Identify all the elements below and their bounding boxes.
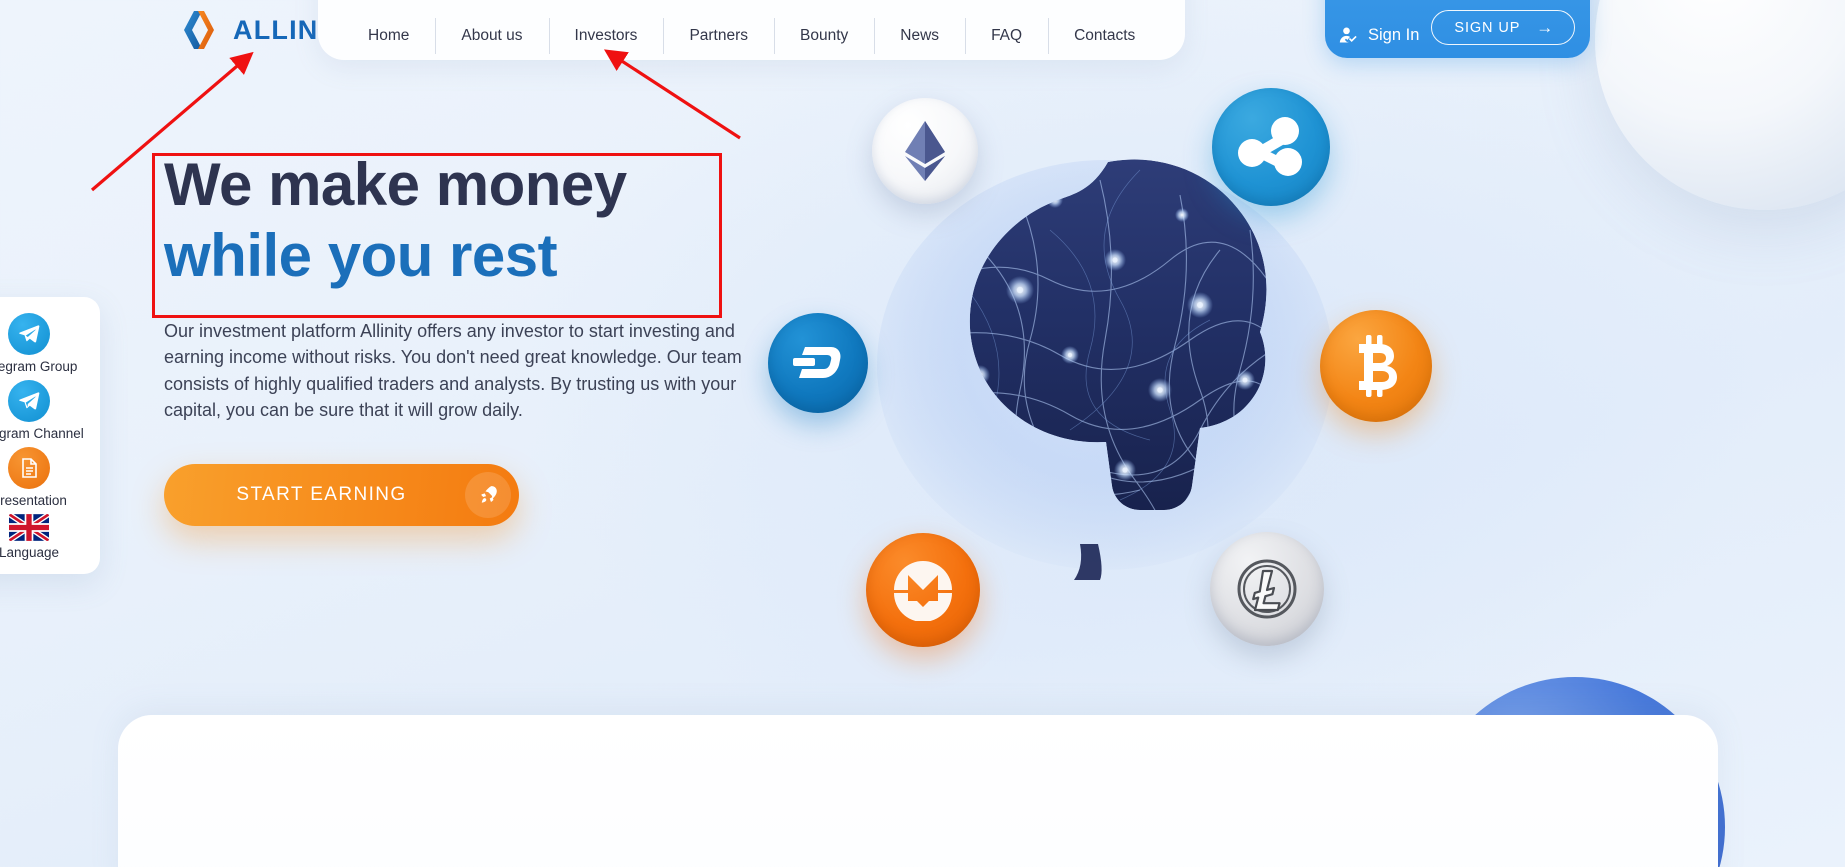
telegram-icon [8, 380, 50, 422]
arrow-right-icon: → [1536, 18, 1555, 37]
bitcoin-icon [1359, 335, 1397, 397]
uk-flag-icon [9, 514, 49, 541]
nav-item-home[interactable]: Home [342, 26, 435, 46]
social-label: Telegram Group [0, 359, 78, 374]
hero-paragraph: Our investment platform Allinity offers … [164, 320, 742, 421]
telegram-icon [8, 313, 50, 355]
auth-panel: Sign In SIGN UP → [1325, 0, 1590, 58]
sign-up-label: SIGN UP [1454, 19, 1521, 36]
dash-coin[interactable] [768, 313, 868, 413]
start-earning-button[interactable]: START EARNING [164, 464, 519, 527]
social-item-language[interactable]: Language [0, 514, 100, 560]
monero-coin[interactable] [866, 533, 980, 647]
hero-section: We make money while you rest Our investm… [164, 150, 764, 527]
rocket-icon [465, 472, 511, 519]
document-icon [8, 447, 50, 489]
allinity-hexagon-logo-icon [184, 11, 214, 49]
nav-item-news[interactable]: News [874, 18, 965, 54]
nav-list: Home About us Investors Partners Bounty … [342, 18, 1161, 54]
user-check-icon [1339, 27, 1357, 43]
social-sidebar-widget: Telegram Group Telegram Channel Presenta… [0, 297, 100, 574]
next-section-card [118, 715, 1718, 867]
social-label: Presentation [0, 493, 67, 508]
site-header: ALLINITY Home About us Investors Partner… [0, 0, 1845, 70]
nav-item-contacts[interactable]: Contacts [1048, 18, 1161, 54]
main-navigation: Home About us Investors Partners Bounty … [318, 0, 1186, 60]
litecoin-icon [1237, 559, 1297, 619]
nav-item-investors[interactable]: Investors [548, 18, 664, 54]
headline-line-1: We make money [164, 151, 627, 218]
sign-in-button[interactable]: Sign In [1339, 25, 1419, 45]
litecoin-coin[interactable] [1210, 532, 1324, 646]
page-title: We make money while you rest [164, 150, 764, 292]
sign-in-label: Sign In [1368, 25, 1420, 44]
ethereum-icon [905, 121, 945, 181]
neural-brain-illustration [877, 159, 1333, 580]
social-label: Language [0, 545, 60, 560]
ripple-icon [1238, 117, 1302, 176]
sign-up-button[interactable]: SIGN UP → [1431, 10, 1576, 45]
start-earning-label: START EARNING [236, 484, 407, 506]
social-item-presentation[interactable]: Presentation [0, 447, 100, 508]
ripple-coin[interactable] [1212, 88, 1330, 206]
monero-icon [894, 561, 952, 621]
nav-item-about-us[interactable]: About us [435, 18, 548, 54]
nav-item-partners[interactable]: Partners [663, 18, 774, 54]
ethereum-coin[interactable] [872, 98, 978, 204]
social-label: Telegram Channel [0, 426, 84, 441]
social-item-telegram-channel[interactable]: Telegram Channel [0, 380, 100, 441]
hero-visual [760, 55, 1560, 685]
dash-icon [793, 347, 841, 378]
nav-item-bounty[interactable]: Bounty [774, 18, 874, 54]
social-item-telegram-group[interactable]: Telegram Group [0, 313, 100, 374]
headline-line-2: while you rest [164, 221, 558, 289]
bitcoin-coin[interactable] [1320, 310, 1432, 422]
nav-item-faq[interactable]: FAQ [965, 18, 1048, 54]
